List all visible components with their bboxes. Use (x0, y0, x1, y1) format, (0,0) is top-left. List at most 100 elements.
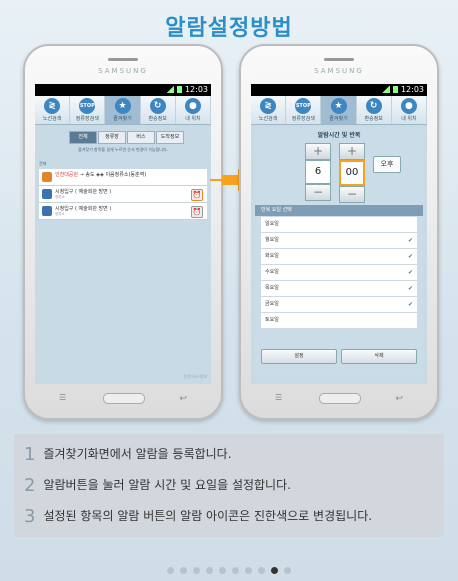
pagination-dot[interactable] (219, 567, 226, 574)
battery-icon (176, 86, 182, 93)
day-friday[interactable]: 금요일 ✔ (261, 297, 417, 313)
favorites-body: 전체 정류장 버스 도착정보 즐겨찾기 항목을 길게 누르면 순서 변경이 가능… (35, 125, 211, 384)
check-icon: ✔ (407, 285, 413, 292)
hour-value[interactable]: 6 (305, 160, 331, 184)
tab-all[interactable]: 전체 (69, 131, 97, 144)
pagination-dot[interactable] (193, 567, 200, 574)
speaker (324, 58, 354, 61)
minute-down-button[interactable]: − (339, 186, 365, 203)
day-saturday[interactable]: 토요일 (261, 313, 417, 329)
nav-item-stop[interactable]: STOP 정류장검색 (70, 96, 106, 124)
list-header: 전체 (39, 161, 47, 166)
tab-arrival[interactable]: 도착정보 (156, 131, 184, 144)
stop-icon (42, 189, 52, 199)
alarm-dialog: 알람시간 및 반복 + 6 − + 00 − 오후 반복 요일 선택 일요일 월… (255, 127, 423, 377)
nav-item-transfer[interactable]: ↻ 환승정보 (141, 96, 176, 124)
item-title: 시청입구 ( 예술회관 방면 ) (55, 189, 112, 195)
battery-icon (392, 86, 398, 93)
pagination-dot[interactable] (271, 567, 278, 574)
repeat-header: 반복 요일 선택 (255, 205, 423, 216)
status-bar: 12:03 (251, 84, 427, 96)
route-icon: ≷ (44, 98, 61, 114)
nav-item-location[interactable]: ● 내 위치 (392, 96, 427, 124)
home-button[interactable] (319, 393, 361, 404)
day-list: 일요일 월요일 ✔ 화요일 ✔ 수요일 ✔ 목요일 ✔ 금요일 ✔ 토요일 (261, 217, 417, 329)
day-tuesday[interactable]: 화요일 ✔ (261, 249, 417, 265)
nav-bar: ≷ 노선검색 STOP 정류장검색 ★ 즐겨찾기 ↻ 환승정보 ● 내 위치 (35, 96, 211, 125)
location-icon: ● (184, 98, 201, 114)
alarm-clock-icon[interactable]: ⏰ (191, 206, 203, 218)
dialog-buttons: 설정 삭제 (261, 349, 417, 364)
right-screen: 12:03 ≷ 노선검색 STOP 정류장검색 ★ 즐겨찾기 ↻ 환승정보 ● 내 위치 … (251, 84, 427, 384)
nav-item-stop[interactable]: STOP 정류장검색 (286, 96, 322, 124)
check-icon: ✔ (407, 301, 413, 308)
minute-up-button[interactable]: + (339, 143, 365, 160)
minute-spinner: + 00 − (339, 143, 365, 203)
home-button[interactable] (103, 393, 145, 404)
day-thursday[interactable]: 목요일 ✔ (261, 281, 417, 297)
location-icon: ● (400, 98, 417, 114)
nav-item-transfer[interactable]: ↻ 환승정보 (357, 96, 392, 124)
pagination (0, 559, 458, 578)
step-1: 1 즐겨찾기화면에서 알람을 등록합니다. (24, 444, 232, 465)
check-icon: ✔ (407, 253, 413, 260)
tab-bus[interactable]: 버스 (127, 131, 155, 144)
set-button[interactable]: 설정 (261, 349, 337, 364)
hour-up-button[interactable]: + (305, 143, 331, 160)
route-origin: 인천대공원 (55, 172, 79, 178)
stop-icon: STOP (295, 98, 312, 114)
step-2: 2 알람버튼을 눌러 알람 시간 및 요일을 설정합니다. (24, 475, 291, 496)
item-subtitle: 정류소 (55, 212, 65, 216)
ampm-toggle[interactable]: 오후 (373, 156, 401, 173)
menu-key-icon[interactable]: ☰ (59, 393, 66, 402)
day-sunday[interactable]: 일요일 (261, 217, 417, 233)
minute-value[interactable]: 00 (339, 160, 365, 186)
item-subtitle: 정류소 (55, 195, 65, 199)
nav-item-route[interactable]: ≷ 노선검색 (251, 96, 287, 124)
item-title: 시청입구 ( 예술회관 방면 ) (55, 206, 112, 212)
signal-icon (165, 86, 174, 93)
pagination-dot[interactable] (180, 567, 187, 574)
dialog-title: 알람시간 및 반복 (317, 132, 361, 139)
status-time: 12:03 (184, 85, 208, 94)
delete-button[interactable]: 삭제 (341, 349, 417, 364)
back-key-icon[interactable]: ↩ (179, 394, 187, 404)
route-icon: ≷ (260, 98, 277, 114)
signal-icon (381, 86, 390, 93)
tab-stops[interactable]: 정류장 (98, 131, 126, 144)
nav-item-route[interactable]: ≷ 노선검색 (35, 96, 71, 124)
menu-key-icon[interactable]: ☰ (275, 393, 282, 402)
day-wednesday[interactable]: 수요일 ✔ (261, 265, 417, 281)
alarm-clock-icon[interactable]: ⏰ (191, 189, 203, 201)
pagination-dot[interactable] (232, 567, 239, 574)
hint-text: 즐겨찾기 항목을 길게 누르면 순서 변경이 가능합니다. (78, 147, 168, 152)
phone-brand: SAMSUNG (98, 67, 148, 75)
nav-item-favorites[interactable]: ★ 즐겨찾기 (105, 96, 141, 124)
status-time: 12:03 (400, 85, 424, 94)
status-bar: 12:03 (35, 84, 211, 96)
back-key-icon[interactable]: ↩ (395, 394, 403, 404)
check-icon: ✔ (407, 237, 413, 244)
nav-item-favorites[interactable]: ★ 즐겨찾기 (321, 96, 357, 124)
hour-down-button[interactable]: − (305, 184, 331, 201)
pagination-dot[interactable] (258, 567, 265, 574)
transfer-icon: ↻ (149, 98, 166, 114)
nav-item-location[interactable]: ● 내 위치 (176, 96, 211, 124)
list-item[interactable]: 시청입구 ( 예술회관 방면 ) 정류소 ⏰ (39, 203, 207, 220)
step-3: 3 설정된 항목의 알람 버튼의 알람 아이콘은 진한색으로 변경됩니다. (24, 506, 373, 527)
hour-spinner: + 6 − (305, 143, 331, 201)
check-icon: ✔ (407, 269, 413, 276)
day-monday[interactable]: 월요일 ✔ (261, 233, 417, 249)
pagination-dot[interactable] (284, 567, 291, 574)
phone-brand: SAMSUNG (314, 67, 364, 75)
pagination-dot[interactable] (206, 567, 213, 574)
right-phone: SAMSUNG 12:03 ≷ 노선검색 STOP 정류장검색 ★ 즐겨찾기 ↻ 환승정… (239, 44, 439, 420)
list-item[interactable]: 시청입구 ( 예술회관 방면 ) 정류소 ⏰ (39, 186, 207, 203)
stop-icon: STOP (79, 98, 96, 114)
pagination-dot[interactable] (167, 567, 174, 574)
nav-bar: ≷ 노선검색 STOP 정류장검색 ★ 즐겨찾기 ↻ 환승정보 ● 내 위치 (251, 96, 427, 125)
pagination-dot[interactable] (245, 567, 252, 574)
list-item[interactable]: 인천대공원 → 송도 ◈◈ 이음정류소(동춘역) (39, 169, 207, 186)
left-phone: SAMSUNG 12:03 ≷ 노선검색 STOP 정류장검색 ★ 즐겨찾기 ↻ 환승정… (23, 44, 223, 420)
item-title: → 송도 ◈◈ 이음정류소(동춘역) (79, 172, 147, 178)
